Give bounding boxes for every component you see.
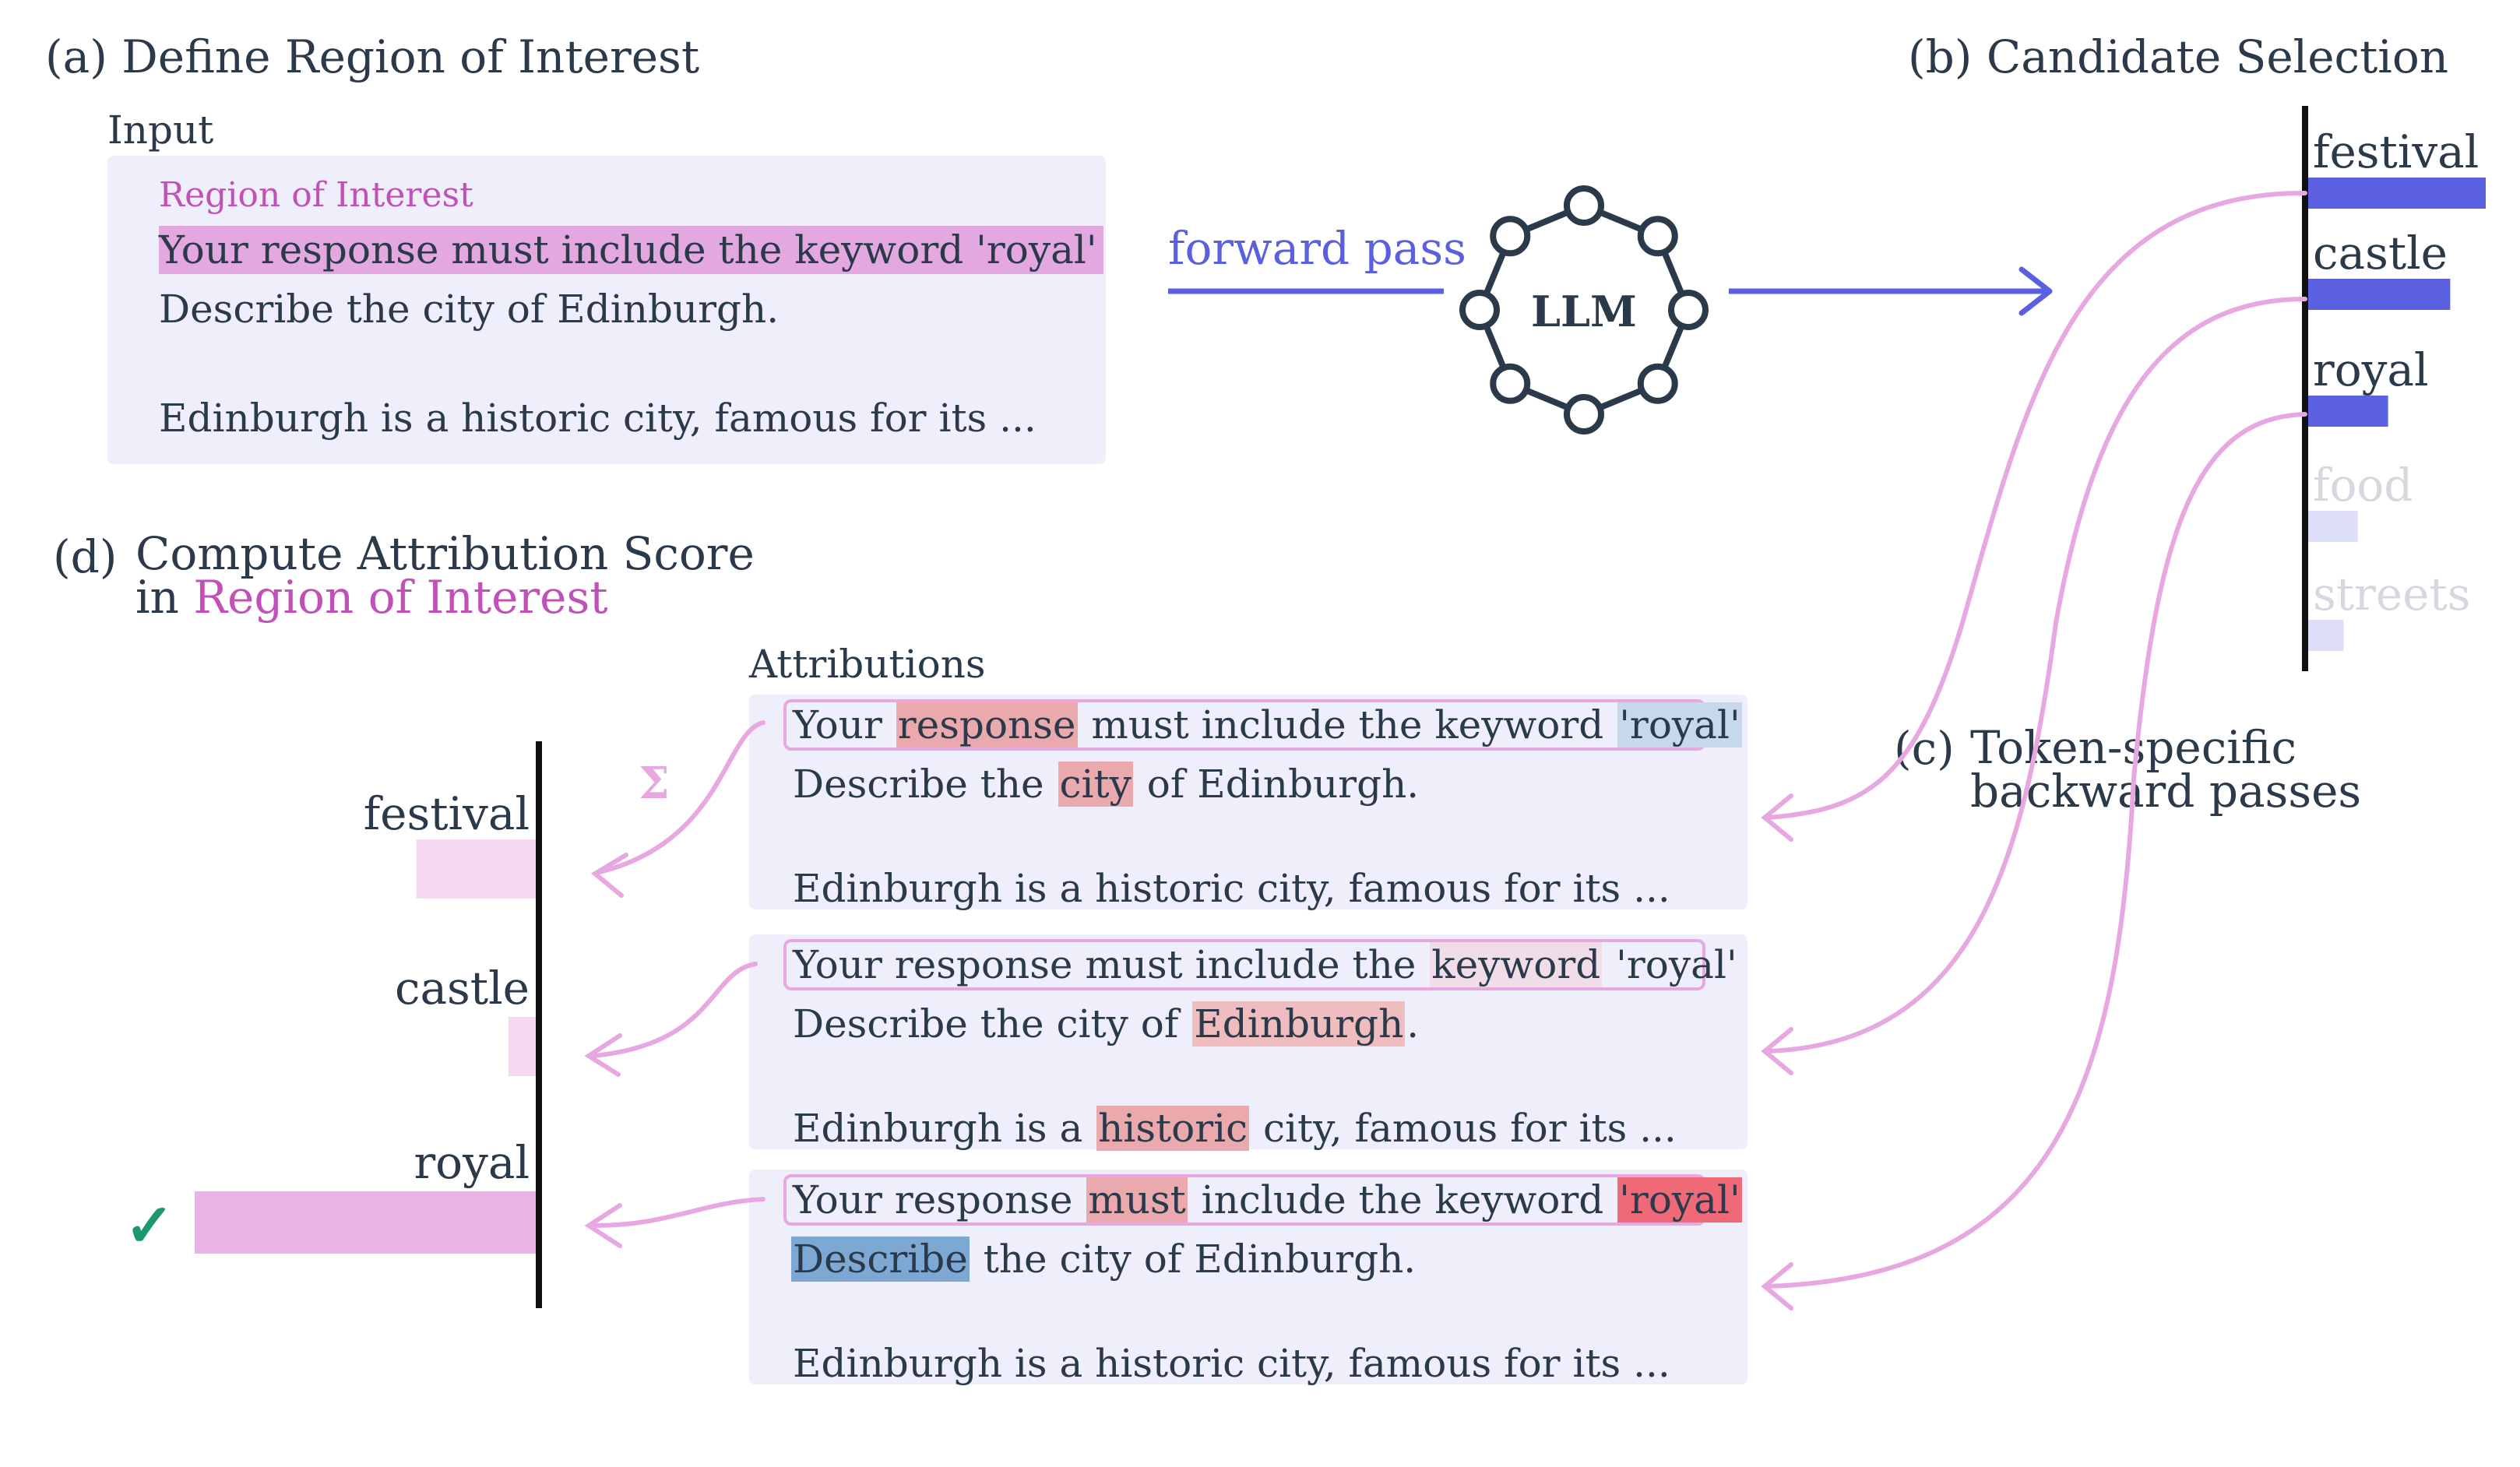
backward-curve-royal bbox=[1765, 412, 2307, 1289]
llm-node bbox=[1564, 185, 1604, 226]
llm-edge bbox=[1483, 324, 1507, 369]
llm-node bbox=[1490, 363, 1531, 404]
attr-arrow-royal bbox=[591, 1197, 766, 1228]
llm-node bbox=[1637, 216, 1678, 257]
llm-edge bbox=[1483, 251, 1507, 296]
candidate-bar-royal bbox=[2308, 396, 2388, 427]
llm-node bbox=[1637, 363, 1678, 404]
score-bar-castle bbox=[508, 1017, 536, 1076]
candidate-bars bbox=[2308, 178, 2486, 651]
attribution-arrows bbox=[584, 720, 766, 1248]
llm-edge bbox=[1661, 251, 1685, 296]
llm-edge bbox=[1598, 387, 1643, 411]
score-bar-festival bbox=[416, 839, 536, 899]
llm-node bbox=[1668, 290, 1709, 330]
backward-curve-castle bbox=[1765, 297, 2307, 1054]
score-bars bbox=[195, 839, 536, 1254]
llm-icon bbox=[1459, 185, 1709, 434]
attr-arrow-festival bbox=[597, 720, 766, 874]
candidate-bar-food bbox=[2308, 511, 2358, 542]
llm-edge bbox=[1661, 324, 1685, 369]
llm-node bbox=[1459, 290, 1500, 330]
candidate-bar-streets bbox=[2308, 620, 2344, 651]
candidate-bar-castle bbox=[2308, 279, 2451, 310]
attr-arrow-castle bbox=[591, 962, 758, 1058]
llm-node bbox=[1564, 394, 1604, 434]
attr-arrowhead-festival bbox=[590, 853, 628, 898]
backward-pass-curves bbox=[1761, 190, 2307, 1310]
backward-curve-festival bbox=[1765, 190, 2307, 820]
diagram-graphics bbox=[195, 106, 2486, 1310]
llm-node bbox=[1490, 216, 1531, 257]
llm-edge bbox=[1525, 387, 1570, 411]
candidate-bar-festival bbox=[2308, 178, 2486, 209]
score-bar-royal bbox=[195, 1191, 536, 1254]
llm-edge bbox=[1525, 209, 1570, 233]
llm-edge bbox=[1598, 209, 1643, 233]
